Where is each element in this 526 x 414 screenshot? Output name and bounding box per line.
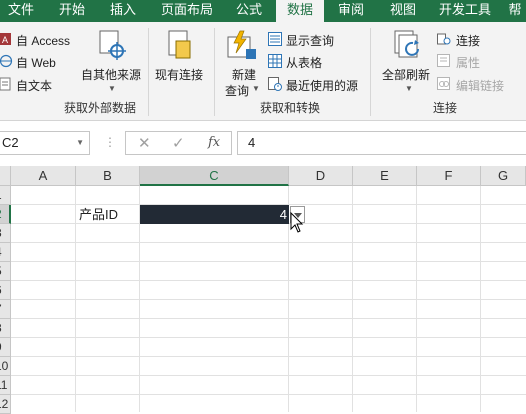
- recent-sources-icon: [268, 77, 282, 91]
- cancel-icon[interactable]: ✕: [138, 134, 151, 152]
- column-header-g[interactable]: G: [481, 166, 526, 186]
- divider: [214, 28, 215, 116]
- gridline: [11, 337, 526, 338]
- divider: [370, 28, 371, 116]
- tab-home[interactable]: 开始: [48, 0, 96, 22]
- mouse-cursor-icon: [290, 212, 304, 233]
- new-query-icon: [227, 30, 256, 59]
- row-header-8[interactable]: 8: [0, 319, 11, 338]
- column-header-c[interactable]: C: [140, 166, 289, 186]
- select-all-corner[interactable]: [0, 166, 11, 186]
- gridline: [75, 186, 76, 412]
- new-query-label: 新建: [232, 68, 257, 82]
- edit-links-icon: [437, 77, 450, 90]
- row-header-7[interactable]: 7: [0, 300, 11, 319]
- edit-links-button[interactable]: 编辑链接: [456, 77, 504, 94]
- table-icon: [268, 54, 282, 68]
- gridline: [11, 242, 526, 243]
- tab-formulas[interactable]: 公式: [228, 0, 270, 22]
- gridline: [11, 261, 526, 262]
- other-sources-icon: [99, 30, 126, 60]
- cell-b2[interactable]: 产品ID: [79, 205, 118, 224]
- web-icon: [0, 54, 13, 68]
- ribbon-tab-bar: 文件 开始 插入 页面布局 公式 数据 审阅 视图 开发工具 帮: [0, 0, 526, 22]
- gridline: [11, 375, 526, 376]
- chevron-down-icon: ▼: [252, 84, 260, 93]
- group-label-get-external-data: 获取外部数据: [63, 101, 136, 115]
- show-queries-button[interactable]: 显示查询: [286, 32, 334, 49]
- tab-review[interactable]: 审阅: [330, 0, 372, 22]
- column-header-d[interactable]: D: [289, 166, 353, 186]
- tab-file[interactable]: 文件: [0, 0, 42, 22]
- gridline: [11, 356, 526, 357]
- gridline: [416, 186, 417, 412]
- formula-input[interactable]: 4: [237, 131, 526, 155]
- row-header-5[interactable]: 5: [0, 262, 11, 281]
- tab-help[interactable]: 帮: [504, 0, 526, 22]
- gridline: [11, 394, 526, 395]
- row-header-9[interactable]: 9: [0, 338, 11, 357]
- text-file-icon: [0, 77, 11, 91]
- connections-button[interactable]: 连接: [456, 32, 480, 49]
- insert-function-icon[interactable]: fx: [208, 135, 220, 150]
- chevron-down-icon: ▼: [108, 84, 116, 93]
- existing-connections-icon: [168, 30, 191, 59]
- chevron-down-icon[interactable]: ▼: [76, 132, 84, 154]
- from-text-button[interactable]: 自文本: [16, 77, 52, 94]
- cell-c2-selected[interactable]: 4: [140, 205, 289, 224]
- show-queries-icon: [268, 32, 282, 46]
- svg-text:A: A: [2, 35, 8, 45]
- row-header-1[interactable]: 1: [0, 186, 11, 205]
- enter-icon[interactable]: ✓: [172, 134, 185, 152]
- recent-sources-button[interactable]: 最近使用的源: [286, 77, 358, 94]
- existing-connections-label: 现有连接: [155, 68, 204, 82]
- refresh-all-label: 全部刷新: [382, 68, 431, 82]
- row-header-11[interactable]: 11: [0, 376, 11, 395]
- gridline: [11, 299, 526, 300]
- row-header-6[interactable]: 6: [0, 281, 11, 300]
- from-web-button[interactable]: 自 Web: [16, 54, 56, 71]
- tab-view[interactable]: 视图: [382, 0, 424, 22]
- properties-button[interactable]: 属性: [456, 54, 480, 71]
- group-label-get-and-transform: 获取和转换: [259, 101, 320, 115]
- row-header-4[interactable]: 4: [0, 243, 11, 262]
- column-header-a[interactable]: A: [11, 166, 76, 186]
- ribbon: A 自 Access 自 Web 自文本 自其他来源 ▼ 现有连接 获取外部数据…: [0, 22, 526, 121]
- gridline: [480, 186, 481, 412]
- tab-developer[interactable]: 开发工具: [430, 0, 500, 22]
- column-header-e[interactable]: E: [353, 166, 417, 186]
- properties-icon: [437, 54, 450, 67]
- row-header-2[interactable]: 2: [0, 205, 11, 224]
- tab-insert[interactable]: 插入: [100, 0, 146, 22]
- row-header-3[interactable]: 3: [0, 224, 11, 243]
- row-header-10[interactable]: 10: [0, 357, 11, 376]
- spreadsheet-grid: A B C D E F G 1 2 3 4 5 6 7 8 9 10 11 12…: [0, 166, 526, 414]
- tab-data[interactable]: 数据: [276, 0, 324, 22]
- tab-page-layout[interactable]: 页面布局: [152, 0, 222, 22]
- name-box[interactable]: C2 ▼: [0, 131, 90, 155]
- chevron-down-icon: ▼: [405, 84, 413, 93]
- access-icon: A: [0, 33, 11, 45]
- grip-icon[interactable]: ⋮: [104, 136, 116, 148]
- row-header-12[interactable]: 12: [0, 395, 11, 414]
- formula-bar: C2 ▼ ⋮ ✕ ✓ fx 4: [0, 121, 526, 165]
- name-box-value: C2: [2, 135, 19, 150]
- gridline: [11, 280, 526, 281]
- connections-icon: [437, 33, 451, 45]
- from-table-button[interactable]: 从表格: [286, 54, 322, 71]
- gridline: [352, 186, 353, 412]
- refresh-icon: [394, 30, 419, 58]
- from-access-button[interactable]: 自 Access: [16, 32, 70, 49]
- column-header-b[interactable]: B: [76, 166, 140, 186]
- other-sources-label: 自其他来源: [81, 68, 142, 82]
- new-query-label-2: 查询: [225, 84, 250, 98]
- formula-buttons: ✕ ✓ fx: [125, 131, 232, 155]
- group-label-connections: 连接: [432, 101, 457, 115]
- column-header-f[interactable]: F: [417, 166, 481, 186]
- gridline: [11, 318, 526, 319]
